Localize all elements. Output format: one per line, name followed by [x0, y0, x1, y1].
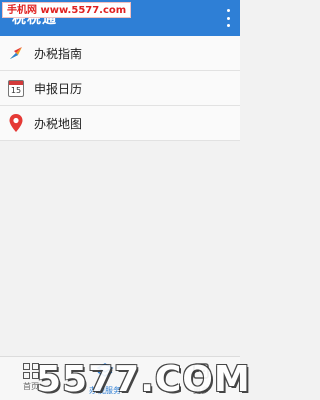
calendar-icon: 15 — [6, 78, 26, 98]
watermark-top: 手机网 www.5577.com — [2, 2, 132, 18]
calendar-day: 15 — [10, 85, 22, 95]
menu-label-tax-map: 办税地图 — [34, 116, 83, 131]
overflow-menu-icon[interactable] — [224, 9, 232, 27]
menu-label-tax-guide: 办税指南 — [34, 46, 83, 61]
menu-list: 办税指南 15 申报日历 办税地图 — [0, 36, 240, 141]
watermark-bottom: 5577.COM — [36, 359, 251, 400]
menu-item-filing-calendar[interactable]: 15 申报日历 — [0, 71, 240, 106]
menu-item-tax-guide[interactable]: 办税指南 — [0, 36, 240, 71]
compass-icon — [6, 43, 26, 63]
map-pin-icon — [6, 113, 26, 133]
menu-item-tax-map[interactable]: 办税地图 — [0, 106, 240, 141]
menu-label-filing-calendar: 申报日历 — [34, 81, 83, 96]
